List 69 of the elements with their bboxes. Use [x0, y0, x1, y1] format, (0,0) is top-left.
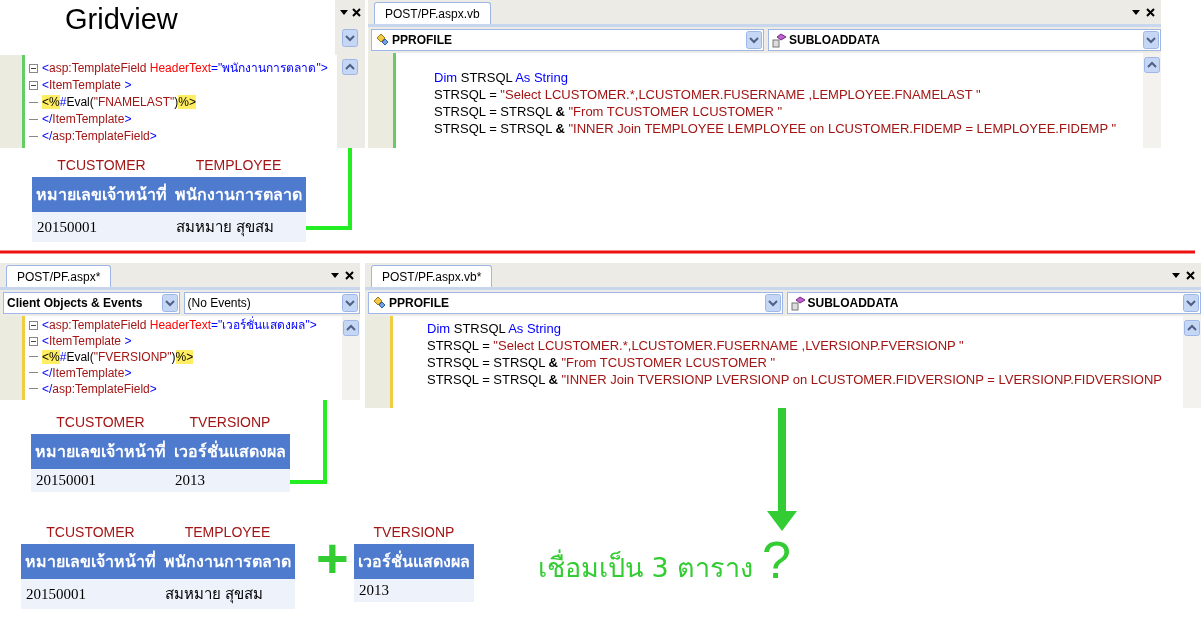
- code-line: </asp:TemplateField>: [42, 128, 157, 145]
- table-cell: 2013: [170, 469, 290, 492]
- column-header: เวอร์ชั่นแสดงผล: [170, 434, 290, 469]
- code-line: <ItemTemplate >: [42, 77, 132, 94]
- table-cell: สมหมาย สุขสม: [171, 212, 306, 242]
- dropdown[interactable]: (No Events): [183, 292, 360, 314]
- code-line: STRSQL = STRSQL & "From TCUSTOMER LCUSTOMER ": [427, 354, 776, 371]
- file-tab[interactable]: POST/PF.aspx*: [6, 265, 112, 287]
- table-name: TVERSIONP: [373, 524, 455, 540]
- table-name: TCUSTOMER: [57, 157, 146, 173]
- collapse-icon[interactable]: [29, 64, 38, 73]
- table-cell: สมหมาย สุขสม: [160, 579, 295, 609]
- close-icon[interactable]: [1146, 7, 1155, 17]
- code-line: Dim STRSQL As String: [427, 320, 561, 337]
- class-icon: [372, 296, 387, 310]
- plus-sign: +: [316, 538, 349, 578]
- column-header: พนักงานการตลาด: [160, 544, 295, 579]
- table-name: TCUSTOMER: [56, 414, 145, 430]
- table-cell: 2013: [354, 579, 474, 602]
- code-line: STRSQL = "Select LCUSTOMER.*,LCUSTOMER.FUSERNAME ,LEMPLOYEE.FNAMELAST ": [434, 86, 981, 103]
- method-icon: [772, 32, 787, 48]
- column-header: หมายเลขเจ้าหน้าที่: [21, 544, 160, 579]
- code-line: </ItemTemplate>: [42, 111, 132, 128]
- caret-icon[interactable]: [1172, 272, 1180, 278]
- code-line: </ItemTemplate>: [42, 365, 132, 381]
- code-line: STRSQL = STRSQL & "INNER Join TVERSIONP LVERSIONP on LCUSTOMER.FIDVERSIONP = LVERSIONP.FIDVERSIONP: [427, 371, 1162, 388]
- column-header: พนักงานการตลาด: [171, 177, 306, 212]
- table-cell: 20150001: [31, 469, 170, 492]
- dropdown[interactable]: SUBLOADDATA: [768, 29, 1161, 51]
- table-cell: 20150001: [32, 212, 171, 242]
- column-header: หมายเลขเจ้าหน้าที่: [31, 434, 170, 469]
- code-line: Dim STRSQL As String: [434, 69, 568, 86]
- dropdown[interactable]: PPROFILE: [368, 292, 783, 314]
- table-name: TVERSIONP: [189, 414, 271, 430]
- collapse-icon[interactable]: [29, 336, 38, 346]
- table-cell: 20150001: [21, 579, 160, 609]
- caret-icon[interactable]: [339, 10, 348, 15]
- code-line: STRSQL = STRSQL & "From TCUSTOMER LCUSTOMER ": [434, 103, 783, 120]
- file-tab[interactable]: POST/PF.aspx.vb*: [371, 265, 493, 287]
- scroll-up-icon[interactable]: [342, 59, 358, 75]
- close-icon[interactable]: [1186, 270, 1195, 280]
- method-icon: [790, 295, 806, 311]
- caret-icon[interactable]: [331, 272, 339, 278]
- caret-icon[interactable]: [1132, 9, 1140, 15]
- dropdown[interactable]: Client Objects & Events: [3, 292, 180, 314]
- code-line: <asp:TemplateField HeaderText="เวอร์ชั่นแสดงผล">: [42, 317, 317, 333]
- scroll-up-icon[interactable]: [343, 320, 359, 336]
- table-name: TEMPLOYEE: [195, 157, 282, 173]
- dropdown[interactable]: SUBLOADDATA: [786, 292, 1201, 314]
- close-icon[interactable]: [351, 8, 361, 17]
- file-tab[interactable]: POST/PF.aspx.vb: [374, 2, 491, 24]
- table-name: TEMPLOYEE: [184, 524, 271, 540]
- dropdown[interactable]: PPROFILE: [371, 29, 764, 51]
- question-mark: ?: [762, 531, 791, 589]
- code-line: </asp:TemplateField>: [42, 381, 157, 397]
- title: Gridview: [65, 3, 178, 35]
- collapse-icon[interactable]: [29, 81, 38, 90]
- table-name: TCUSTOMER: [46, 524, 135, 540]
- column-header: หมายเลขเจ้าหน้าที่: [32, 177, 171, 212]
- code-line: <asp:TemplateField HeaderText="พนักงานการตลาด">: [42, 60, 328, 77]
- column-header: เวอร์ชั่นแสดงผล: [354, 544, 474, 579]
- scroll-up-icon[interactable]: [1184, 320, 1200, 336]
- class-icon: [375, 33, 390, 47]
- close-icon[interactable]: [345, 270, 354, 280]
- code-line: STRSQL = "Select LCUSTOMER.*,LCUSTOMER.FUSERNAME ,LVERSIONP.FVERSIONP ": [427, 337, 964, 354]
- code-line: <ItemTemplate >: [42, 333, 132, 349]
- scroll-up-icon[interactable]: [1144, 57, 1160, 73]
- code-line: STRSQL = STRSQL & "INNER Join TEMPLOYEE LEMPLOYEE on LCUSTOMER.FIDEMP = LEMPLOYEE.FIDEMP ": [434, 120, 1117, 137]
- collapse-icon[interactable]: [29, 320, 38, 330]
